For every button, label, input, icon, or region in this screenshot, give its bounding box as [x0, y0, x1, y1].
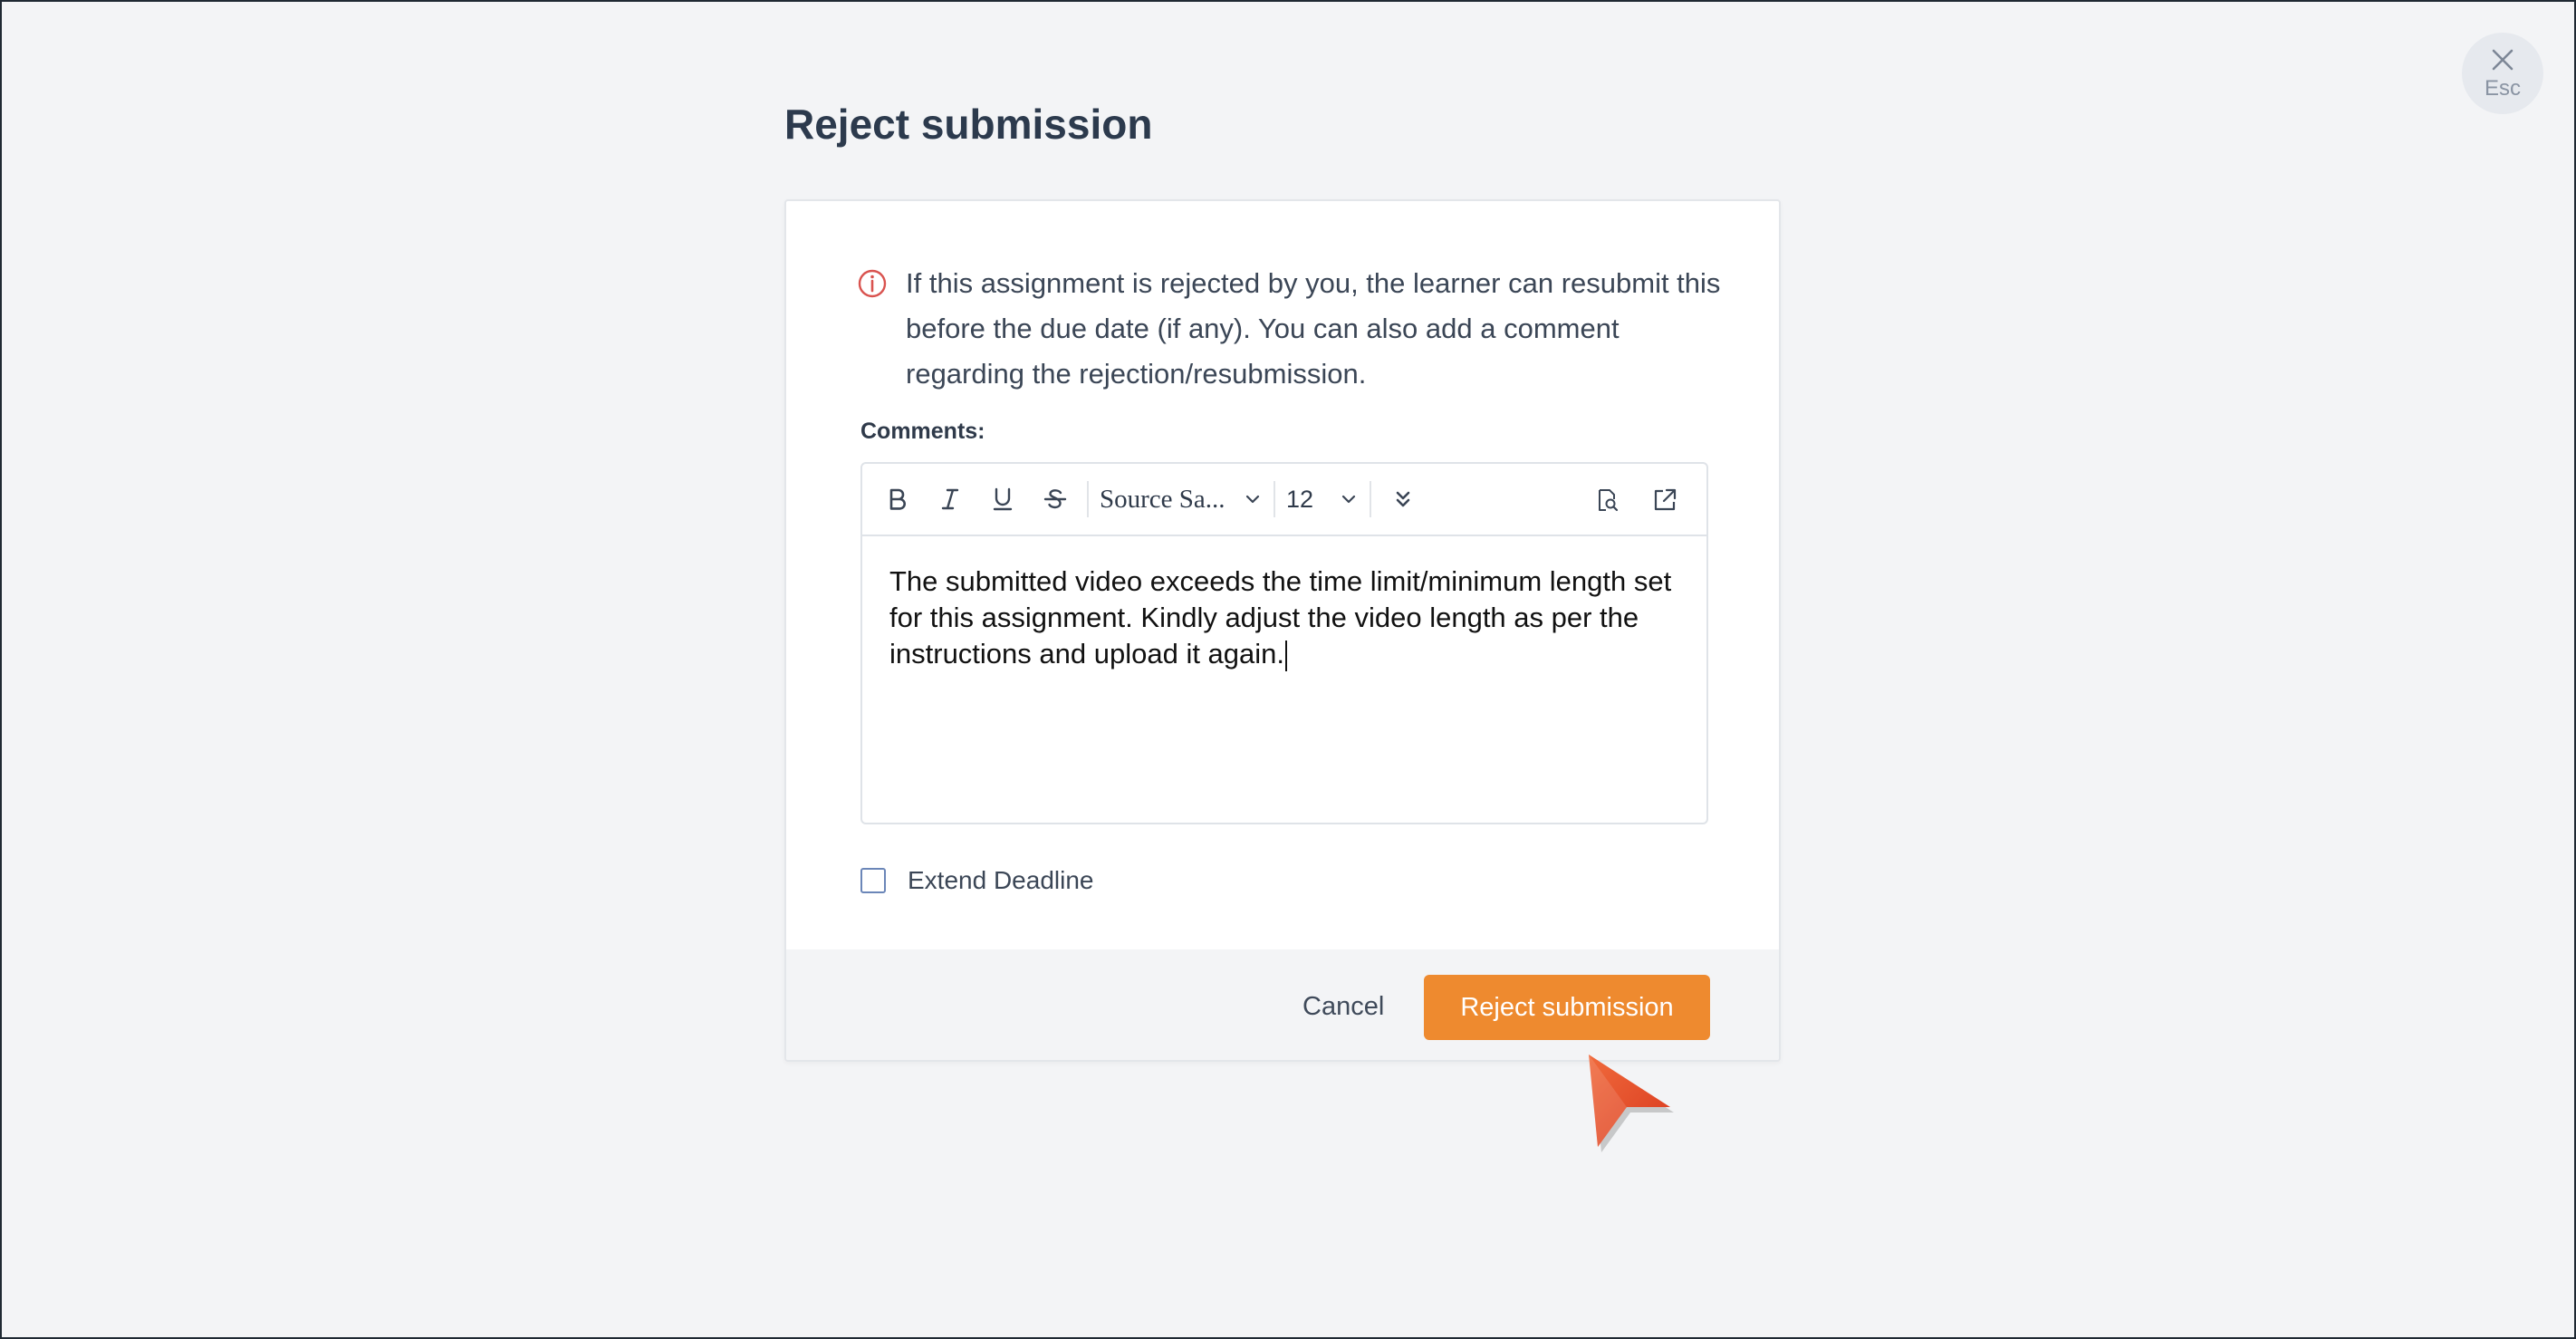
preview-button[interactable] — [1578, 475, 1636, 525]
toolbar-divider — [1370, 481, 1371, 517]
comments-textarea[interactable]: The submitted video exceeds the time lim… — [862, 536, 1706, 699]
toolbar-divider — [1087, 481, 1089, 517]
extend-deadline-checkbox[interactable] — [860, 868, 886, 893]
underline-icon — [993, 487, 1013, 511]
close-button[interactable]: Esc — [2462, 33, 2543, 114]
font-size-value: 12 — [1286, 485, 1314, 513]
double-chevron-down-icon — [1396, 491, 1410, 507]
editor-toolbar: Source Sa... 12 — [862, 464, 1706, 536]
bold-icon — [889, 488, 906, 510]
page-title: Reject submission — [784, 101, 1153, 148]
close-icon — [2492, 49, 2514, 71]
comments-label: Comments: — [860, 419, 985, 444]
underline-button[interactable] — [976, 474, 1029, 525]
chevron-down-icon — [1341, 495, 1356, 504]
reject-dialog: If this assignment is rejected by you, t… — [784, 199, 1781, 1062]
strikethrough-button[interactable] — [1029, 474, 1081, 525]
toolbar-divider — [1274, 481, 1275, 517]
more-options-button[interactable] — [1377, 474, 1429, 525]
comments-text: The submitted video exceeds the time lim… — [889, 565, 1672, 670]
extend-deadline-option[interactable]: Extend Deadline — [860, 866, 1093, 895]
info-icon — [858, 269, 887, 298]
esc-label: Esc — [2484, 76, 2521, 101]
comments-editor: Source Sa... 12 The submitted video exce… — [860, 462, 1708, 824]
dialog-footer: Cancel Reject submission — [786, 949, 1779, 1060]
bold-button[interactable] — [871, 474, 924, 525]
extend-deadline-label: Extend Deadline — [908, 866, 1094, 894]
font-family-select[interactable]: Source Sa... — [1094, 474, 1268, 525]
strikethrough-icon — [1043, 489, 1067, 509]
info-message: If this assignment is rejected by you, t… — [857, 261, 1726, 397]
info-text: If this assignment is rejected by you, t… — [906, 267, 1721, 390]
italic-button[interactable] — [924, 474, 976, 525]
italic-icon — [941, 488, 959, 510]
font-family-value: Source Sa... — [1100, 484, 1226, 514]
cancel-button[interactable]: Cancel — [1302, 984, 1384, 1029]
open-external-button[interactable] — [1636, 475, 1694, 525]
external-link-icon — [1654, 488, 1677, 511]
font-size-select[interactable]: 12 — [1281, 474, 1364, 525]
preview-document-icon — [1599, 489, 1619, 512]
pointer-arrow-icon — [1589, 1055, 1674, 1152]
toolbar-right-group — [1578, 475, 1694, 525]
text-caret — [1285, 640, 1288, 671]
reject-submission-button[interactable]: Reject submission — [1424, 975, 1710, 1040]
chevron-down-icon — [1245, 495, 1260, 504]
